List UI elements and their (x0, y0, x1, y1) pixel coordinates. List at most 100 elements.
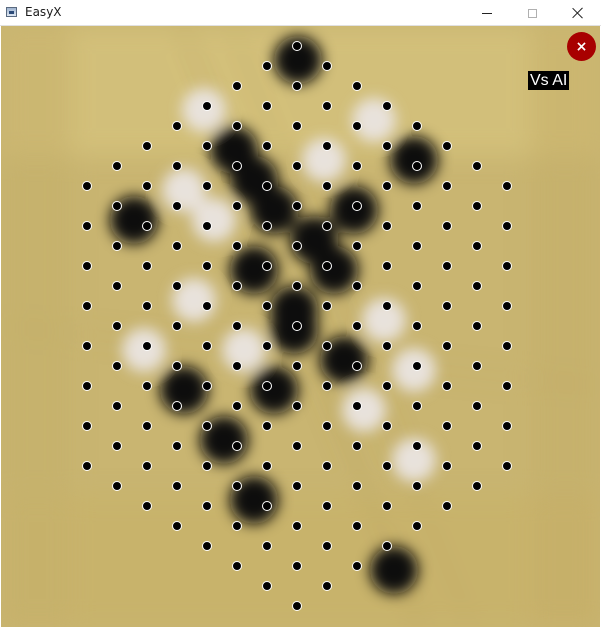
board-point[interactable] (502, 341, 512, 351)
board-point[interactable] (232, 521, 242, 531)
board-point[interactable] (502, 381, 512, 391)
board-point[interactable] (382, 221, 392, 231)
board-point[interactable] (112, 281, 122, 291)
board-point[interactable] (262, 541, 272, 551)
board-point[interactable] (322, 501, 332, 511)
board-point[interactable] (442, 181, 452, 191)
board-point[interactable] (142, 341, 152, 351)
board-point[interactable] (232, 361, 242, 371)
board-point[interactable] (322, 341, 332, 351)
board-point[interactable] (202, 221, 212, 231)
game-canvas[interactable]: × Vs AI (1, 26, 600, 627)
board-point[interactable] (232, 161, 242, 171)
board-point[interactable] (142, 421, 152, 431)
board-point[interactable] (352, 521, 362, 531)
board-point[interactable] (172, 121, 182, 131)
board-point[interactable] (412, 281, 422, 291)
board-point[interactable] (202, 541, 212, 551)
board-point[interactable] (112, 201, 122, 211)
board-point[interactable] (202, 341, 212, 351)
board-point[interactable] (412, 201, 422, 211)
board-point[interactable] (322, 301, 332, 311)
minimize-button[interactable] (464, 0, 510, 26)
board-point[interactable] (202, 381, 212, 391)
board-point[interactable] (442, 221, 452, 231)
board-point[interactable] (472, 201, 482, 211)
exit-button[interactable]: × (567, 32, 596, 61)
board-point[interactable] (112, 161, 122, 171)
board-point[interactable] (292, 241, 302, 251)
board-point[interactable] (292, 161, 302, 171)
board-point[interactable] (262, 141, 272, 151)
board-point[interactable] (442, 501, 452, 511)
board-point[interactable] (292, 281, 302, 291)
board-point[interactable] (502, 221, 512, 231)
board-point[interactable] (292, 561, 302, 571)
board-point[interactable] (202, 501, 212, 511)
board-point[interactable] (112, 441, 122, 451)
board-point[interactable] (442, 301, 452, 311)
board-point[interactable] (142, 461, 152, 471)
board-point[interactable] (232, 561, 242, 571)
board-point[interactable] (262, 341, 272, 351)
board-point[interactable] (412, 441, 422, 451)
board-point[interactable] (472, 361, 482, 371)
game-board[interactable] (1, 26, 600, 627)
board-point[interactable] (172, 521, 182, 531)
board-point[interactable] (322, 101, 332, 111)
board-point[interactable] (412, 321, 422, 331)
board-point[interactable] (262, 461, 272, 471)
board-point[interactable] (142, 221, 152, 231)
board-point[interactable] (202, 101, 212, 111)
board-point[interactable] (412, 401, 422, 411)
board-point[interactable] (82, 421, 92, 431)
board-point[interactable] (322, 581, 332, 591)
board-point[interactable] (232, 321, 242, 331)
board-point[interactable] (292, 361, 302, 371)
board-point[interactable] (232, 241, 242, 251)
board-point[interactable] (112, 241, 122, 251)
board-point[interactable] (142, 261, 152, 271)
maximize-button[interactable] (509, 0, 555, 26)
board-point[interactable] (142, 141, 152, 151)
board-point[interactable] (172, 241, 182, 251)
board-point[interactable] (82, 261, 92, 271)
board-point[interactable] (142, 501, 152, 511)
board-point[interactable] (262, 381, 272, 391)
board-point[interactable] (472, 281, 482, 291)
board-point[interactable] (172, 161, 182, 171)
board-point[interactable] (262, 61, 272, 71)
board-point[interactable] (292, 201, 302, 211)
board-point[interactable] (172, 281, 182, 291)
board-point[interactable] (322, 181, 332, 191)
board-point[interactable] (352, 481, 362, 491)
board-point[interactable] (232, 121, 242, 131)
board-point[interactable] (112, 401, 122, 411)
board-point[interactable] (142, 381, 152, 391)
board-point[interactable] (292, 401, 302, 411)
board-point[interactable] (202, 421, 212, 431)
board-point[interactable] (502, 301, 512, 311)
board-point[interactable] (322, 261, 332, 271)
board-point[interactable] (382, 101, 392, 111)
board-point[interactable] (292, 81, 302, 91)
board-point[interactable] (382, 541, 392, 551)
board-point[interactable] (472, 161, 482, 171)
board-point[interactable] (82, 181, 92, 191)
board-point[interactable] (292, 521, 302, 531)
board-point[interactable] (322, 461, 332, 471)
board-point[interactable] (502, 181, 512, 191)
board-point[interactable] (262, 301, 272, 311)
board-point[interactable] (112, 361, 122, 371)
board-point[interactable] (502, 461, 512, 471)
board-point[interactable] (352, 321, 362, 331)
board-point[interactable] (82, 301, 92, 311)
board-point[interactable] (382, 501, 392, 511)
board-point[interactable] (262, 501, 272, 511)
board-point[interactable] (412, 161, 422, 171)
board-point[interactable] (142, 301, 152, 311)
board-point[interactable] (292, 321, 302, 331)
board-point[interactable] (172, 361, 182, 371)
board-point[interactable] (382, 341, 392, 351)
board-point[interactable] (472, 321, 482, 331)
